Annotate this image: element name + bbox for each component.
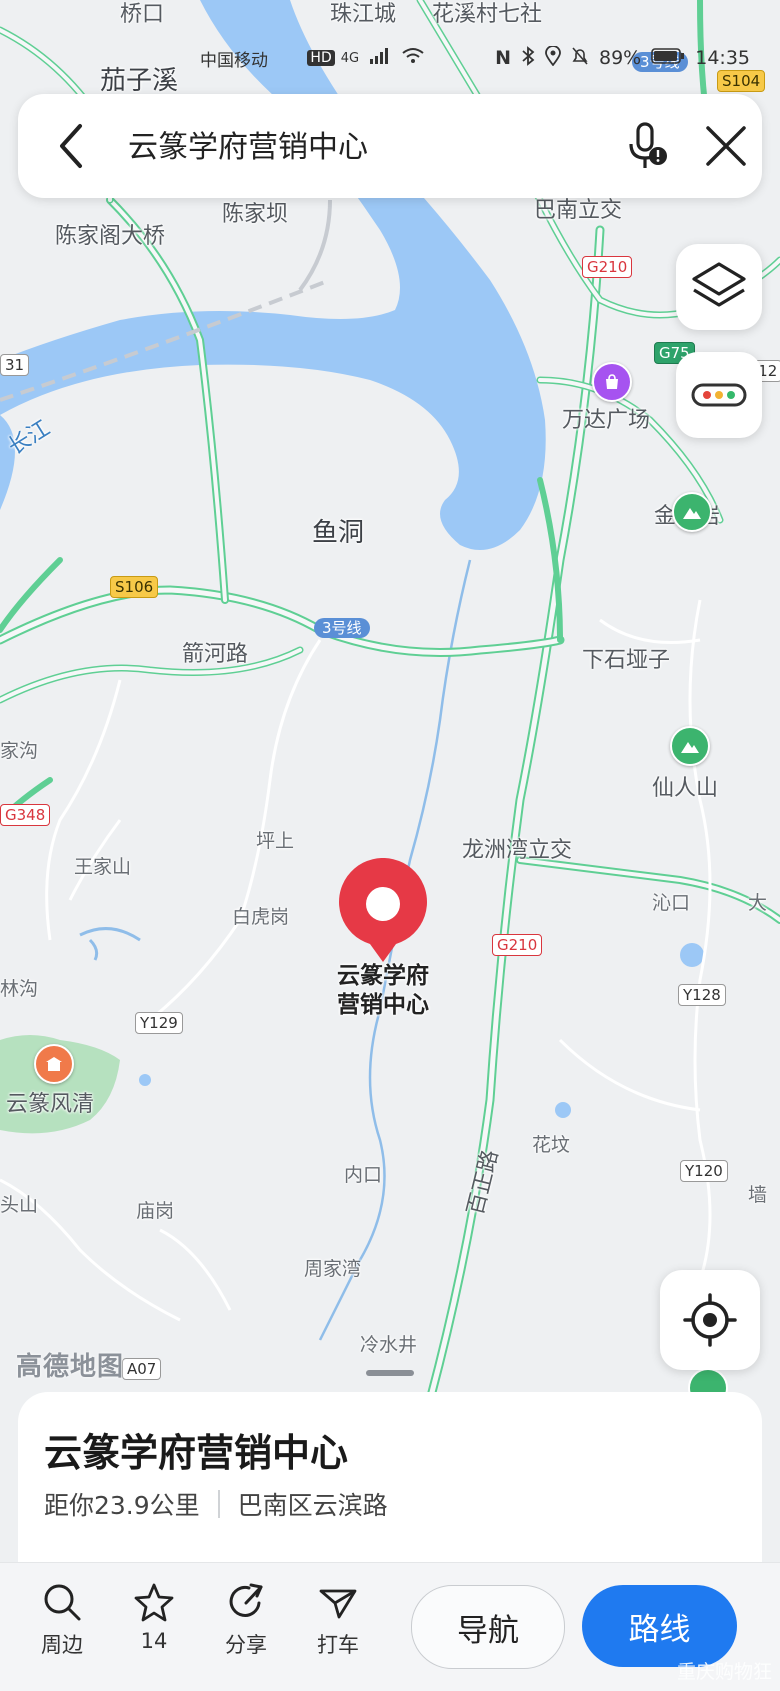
locate-icon: [683, 1293, 737, 1347]
clock: 14:35: [695, 47, 750, 69]
map-place-label[interactable]: 万达广场: [562, 402, 650, 434]
mute-icon: [571, 46, 589, 71]
amap-watermark: 高德地图: [16, 1352, 125, 1382]
map-place-label[interactable]: 云篆风清: [6, 1086, 94, 1118]
taxi-label: 打车: [317, 1633, 359, 1657]
map-place-label[interactable]: 桥口: [120, 0, 164, 28]
road-shield: G210: [582, 256, 633, 278]
bluetooth-icon: [521, 45, 535, 71]
signal-icon: [369, 47, 391, 70]
map-place-label[interactable]: 周家湾: [304, 1254, 361, 1281]
taxi-button[interactable]: 打车: [298, 1581, 378, 1659]
road-shield: 31: [0, 354, 30, 376]
status-bar: 中国移动 HD 4G N 89% 14:35: [200, 40, 750, 76]
chevron-left-icon: [60, 124, 82, 168]
map-place-label[interactable]: 花坟: [532, 1130, 570, 1157]
wifi-icon: [401, 47, 425, 70]
nearby-label: 周边: [41, 1633, 83, 1657]
road-shield: Y129: [135, 1012, 183, 1034]
my-location-button[interactable]: [660, 1270, 760, 1370]
corner-watermark: 重庆购物狂: [676, 1661, 772, 1683]
road-shield: 3号线: [314, 618, 370, 638]
search-bar[interactable]: 云篆学府营销中心: [18, 94, 762, 198]
share-icon: [229, 1583, 263, 1617]
layers-button[interactable]: [676, 244, 762, 330]
map-place-label[interactable]: 大: [748, 888, 767, 915]
poi-mountain-icon[interactable]: [672, 492, 712, 532]
share-button[interactable]: 分享: [206, 1581, 286, 1659]
map-place-label[interactable]: 林沟: [0, 974, 38, 1001]
close-icon: [706, 126, 746, 166]
location-icon: [545, 44, 561, 71]
map-place-label[interactable]: 庙岗: [136, 1196, 174, 1223]
map-place-label[interactable]: 箭河路: [182, 636, 248, 668]
nfc-icon: N: [495, 47, 511, 69]
star-icon: [134, 1583, 174, 1622]
navigate-button[interactable]: 导航: [411, 1585, 565, 1669]
carrier-name: 中国移动: [200, 50, 268, 71]
map-pin-icon: [339, 857, 427, 962]
place-card[interactable]: 云篆学府营销中心 距你23.9公里 巴南区云滨路: [18, 1392, 762, 1562]
place-details: 距你23.9公里 巴南区云滨路: [44, 1486, 388, 1522]
poi-scenic-icon[interactable]: [34, 1044, 74, 1084]
place-name: 云篆学府营销中心: [44, 1431, 349, 1475]
map-place-label[interactable]: 王家山: [74, 852, 131, 879]
road-shield: Y120: [680, 1160, 728, 1182]
favorite-button[interactable]: 14: [114, 1581, 194, 1653]
destination-pin[interactable]: [336, 857, 430, 966]
road-shield: A07: [122, 1358, 162, 1380]
search-icon: [44, 1584, 81, 1621]
map-place-label[interactable]: 陈家坝: [222, 196, 288, 228]
voice-search-button[interactable]: [618, 116, 678, 176]
favorites-count: 14: [140, 1629, 168, 1653]
battery-level: 89%: [599, 47, 642, 69]
map-place-label[interactable]: 家沟: [0, 736, 38, 763]
nearby-button[interactable]: 周边: [22, 1581, 102, 1659]
hd-badge: HD: [307, 50, 335, 66]
microphone-icon: [629, 122, 667, 168]
road-shield: S106: [110, 576, 159, 598]
place-distance: 距你23.9公里: [44, 1491, 200, 1520]
pin-label-text: 云篆学府 营销中心: [337, 963, 429, 1018]
map-place-label[interactable]: 头山: [0, 1190, 38, 1217]
map-place-label[interactable]: 茄子溪: [100, 60, 178, 97]
map-place-label[interactable]: 陈家阁大桥: [55, 218, 165, 250]
back-button[interactable]: [48, 120, 98, 172]
map-place-label[interactable]: 沁口: [652, 888, 690, 915]
taxi-icon: [319, 1589, 357, 1619]
layers-icon: [692, 262, 746, 307]
map-place-label[interactable]: 花溪村七社: [432, 0, 542, 28]
road-shield: G210: [492, 934, 543, 956]
bottom-toolbar: 周边 14 分享 打车 导航 路线: [0, 1562, 780, 1691]
traffic-button[interactable]: [676, 352, 762, 438]
map-place-label[interactable]: 龙洲湾立交: [462, 832, 572, 864]
pin-label: 云篆学府 营销中心: [318, 962, 448, 1020]
map-place-label[interactable]: 珠江城: [330, 0, 396, 28]
route-button[interactable]: 路线: [582, 1585, 737, 1667]
poi-shopping-icon[interactable]: [592, 362, 632, 402]
road-shield: G348: [0, 804, 51, 826]
map-place-label[interactable]: 冷水井: [360, 1330, 417, 1357]
poi-mountain-icon[interactable]: [670, 726, 710, 766]
search-query[interactable]: 云篆学府营销中心: [128, 122, 368, 166]
map-place-label[interactable]: 仙人山: [652, 770, 718, 802]
network-type: 4G: [340, 50, 360, 66]
traffic-light-icon: [691, 383, 747, 407]
map-place-label[interactable]: 墙: [748, 1180, 767, 1207]
place-address: 巴南区云滨路: [237, 1491, 388, 1520]
map-place-label[interactable]: 鱼洞: [312, 512, 364, 549]
map-place-label[interactable]: 内口: [344, 1160, 382, 1187]
divider: [217, 1490, 220, 1518]
map-place-label[interactable]: 坪上: [256, 826, 294, 853]
drag-handle[interactable]: [366, 1370, 414, 1376]
road-shield: Y128: [678, 984, 726, 1006]
share-label: 分享: [225, 1633, 267, 1657]
battery-icon: [651, 47, 685, 70]
map-place-label[interactable]: 下石垭子: [582, 642, 670, 674]
map-place-label[interactable]: 白虎岗: [232, 902, 289, 929]
clear-search-button[interactable]: [698, 118, 754, 174]
